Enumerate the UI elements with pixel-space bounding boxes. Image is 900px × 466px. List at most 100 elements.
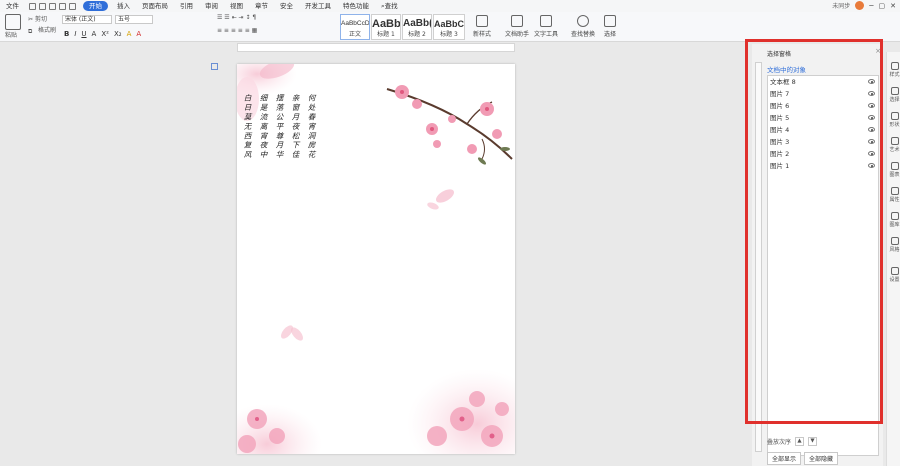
object-row[interactable]: 图片 6 [768, 100, 878, 112]
art-icon [890, 137, 899, 145]
pane-scrollbar[interactable] [755, 62, 762, 452]
preview-icon[interactable] [49, 2, 56, 10]
font-color-button[interactable]: A [136, 30, 141, 38]
side-styles[interactable]: 样式 [888, 62, 900, 78]
poem-text[interactable]: 何处春宵洞房花 亲窗月夜松下佳 摆落公平尊月华 细是流离宵夜中 白日莫无西复风 [237, 94, 317, 160]
tab-view[interactable]: 视图 [224, 0, 249, 12]
wrench-icon [540, 15, 552, 27]
text-tools-button[interactable]: 文字工具 [534, 15, 558, 38]
quick-access-toolbar [29, 2, 76, 10]
object-row[interactable]: 图片 2 [768, 148, 878, 160]
object-row[interactable]: 图片 1 [768, 160, 878, 172]
style-heading-1[interactable]: AaBb 标题 1 [371, 14, 401, 40]
avatar[interactable] [855, 1, 865, 10]
visibility-eye-icon[interactable] [868, 79, 875, 84]
visibility-eye-icon[interactable] [868, 163, 875, 168]
save-icon[interactable] [29, 2, 36, 10]
palette-icon [890, 237, 899, 245]
side-properties[interactable]: 属性 [888, 187, 900, 203]
font-size-select[interactable]: 五号 [115, 15, 153, 24]
properties-icon [890, 187, 899, 195]
paste-icon[interactable] [5, 14, 21, 30]
side-themes[interactable]: 风格 [888, 237, 900, 253]
subscript-button[interactable]: X₂ [114, 30, 122, 38]
document-page[interactable]: 何处春宵洞房花 亲窗月夜松下佳 摆落公平尊月华 细是流离宵夜中 白日莫无西复风 [237, 64, 515, 454]
status-area: 未同步 ─ ▢ ✕ [832, 1, 896, 10]
tab-references[interactable]: 引用 [174, 0, 199, 12]
new-style-button[interactable]: 新样式 [473, 15, 491, 38]
visibility-eye-icon[interactable] [868, 151, 875, 156]
font-name-select[interactable]: 宋体 (正文) [62, 15, 112, 24]
minimize-icon[interactable]: ─ [869, 2, 873, 10]
side-shapes[interactable]: 形状 [888, 112, 900, 128]
object-row[interactable]: 文本框 8 [768, 76, 878, 88]
hide-all-button[interactable]: 全部隐藏 [804, 452, 839, 465]
select-button[interactable]: 选择 [604, 15, 616, 38]
cursor-icon [604, 15, 616, 27]
redo-icon[interactable] [69, 2, 76, 10]
visibility-buttons: 全部显示 全部隐藏 [767, 452, 839, 465]
list-buttons[interactable]: ☰ ☰ ⇤ ⇥ ↕ ¶ [217, 14, 257, 21]
pane-title[interactable]: 选择窗格 [767, 49, 791, 58]
side-art[interactable]: 艺术 [888, 137, 900, 153]
tab-security[interactable]: 安全 [274, 0, 299, 12]
bold-button[interactable]: B [64, 30, 69, 38]
format-buttons-row: B I U A X² X₂ A A [64, 30, 141, 38]
object-row[interactable]: 图片 3 [768, 136, 878, 148]
move-down-button[interactable]: ▼ [808, 437, 818, 446]
tab-section[interactable]: 章节 [249, 0, 274, 12]
highlight-button[interactable]: A [127, 30, 132, 38]
poem-column: 何处春宵洞房花 [307, 94, 316, 160]
order-label: 叠放次序 [767, 439, 792, 446]
more-icon [890, 267, 899, 275]
strikethrough-button[interactable]: A [92, 30, 97, 38]
move-up-button[interactable]: ▲ [795, 437, 805, 446]
format-painter-button[interactable]: 格式刷 [38, 25, 56, 34]
object-row[interactable]: 图片 5 [768, 112, 878, 124]
poem-column: 摆落公平尊月华 [275, 94, 284, 160]
tab-review[interactable]: 审阅 [199, 0, 224, 12]
sync-status[interactable]: 未同步 [832, 1, 850, 10]
tab-special[interactable]: 特色功能 [337, 0, 375, 12]
visibility-eye-icon[interactable] [868, 115, 875, 120]
object-row[interactable]: 图片 7 [768, 88, 878, 100]
tab-developer[interactable]: 开发工具 [299, 0, 337, 12]
side-select[interactable]: 选择 [888, 87, 900, 103]
horizontal-ruler[interactable] [237, 43, 515, 52]
search-tab[interactable]: ⌕查找 [375, 0, 404, 12]
style-heading-3[interactable]: AaBbC 标题 3 [433, 14, 465, 40]
style-normal[interactable]: AaBbCcDd 正文 [340, 14, 370, 40]
side-panel-strip: 样式 选择 形状 艺术 图表 属性 图库 风格 设置 [886, 52, 900, 466]
visibility-eye-icon[interactable] [868, 127, 875, 132]
superscript-button[interactable]: X² [101, 30, 109, 38]
print-icon[interactable] [39, 2, 46, 10]
tab-home[interactable]: 开始 [83, 1, 108, 11]
object-row[interactable]: 图片 4 [768, 124, 878, 136]
doc-assistant-button[interactable]: 文档助手 [505, 15, 529, 38]
italic-button[interactable]: I [74, 30, 76, 38]
page-nav-icon[interactable] [211, 63, 218, 70]
style-heading-2[interactable]: AaBb( 标题 2 [402, 14, 432, 40]
tab-insert[interactable]: 插入 [111, 0, 136, 12]
pane-close-icon[interactable]: × [875, 47, 881, 55]
tab-page-layout[interactable]: 页面布局 [136, 0, 174, 12]
side-gallery[interactable]: 图库 [888, 212, 900, 228]
visibility-eye-icon[interactable] [868, 139, 875, 144]
side-settings[interactable]: 设置 [888, 267, 900, 283]
align-buttons[interactable]: ≡ ≡ ≡ ≡ ≡ ▦ [217, 27, 257, 34]
side-charts[interactable]: 图表 [888, 162, 900, 178]
chart-icon [890, 162, 899, 170]
new-style-icon [476, 15, 488, 27]
cut-button[interactable]: ✂ 剪切 [28, 14, 47, 23]
visibility-eye-icon[interactable] [868, 103, 875, 108]
order-controls: 叠放次序 ▲ ▼ [767, 437, 818, 446]
find-replace-button[interactable]: 查找替换 [571, 15, 595, 38]
underline-button[interactable]: U [81, 30, 86, 38]
close-icon[interactable]: ✕ [890, 2, 896, 10]
show-all-button[interactable]: 全部显示 [767, 452, 802, 465]
restore-icon[interactable]: ▢ [879, 2, 886, 10]
poem-column: 白日莫无西复风 [243, 94, 252, 160]
visibility-eye-icon[interactable] [868, 91, 875, 96]
file-menu[interactable]: 文件 [0, 0, 25, 12]
undo-icon[interactable] [59, 2, 66, 10]
